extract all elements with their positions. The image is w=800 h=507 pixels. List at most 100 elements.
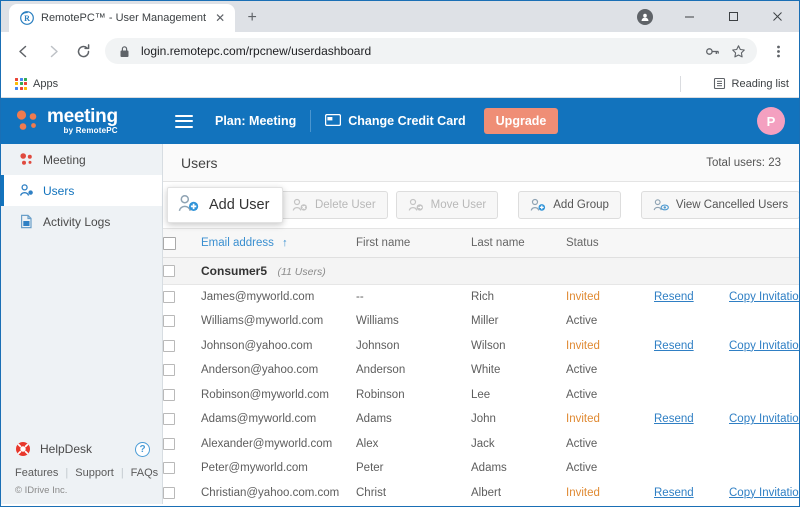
add-group-button[interactable]: Add Group: [518, 191, 621, 219]
resend-link[interactable]: Resend: [654, 413, 694, 425]
row-checkbox[interactable]: [163, 364, 175, 377]
group-user-count: (11 Users): [277, 266, 326, 278]
table-row[interactable]: Robinson@myworld.com Robinson Lee Active: [163, 382, 799, 407]
status-badge: Invited: [566, 334, 654, 359]
status-text: Active: [566, 315, 598, 328]
address-bar[interactable]: login.remotepc.com/rpcnew/userdashboard: [105, 38, 757, 64]
row-checkbox[interactable]: [163, 413, 175, 426]
window-controls: [623, 1, 799, 32]
table-row[interactable]: Anderson@yahoo.com Anderson White Active: [163, 358, 799, 383]
column-header-email[interactable]: Email address ↑: [201, 229, 356, 258]
lifering-icon: [15, 441, 31, 457]
window-maximize-button[interactable]: [711, 1, 755, 32]
help-badge-icon[interactable]: ?: [135, 441, 150, 457]
status-text: Active: [566, 462, 598, 475]
footer-link-support[interactable]: Support: [75, 467, 114, 479]
delete-user-label: Delete User: [314, 199, 376, 211]
cell-last-name: Wilson: [471, 339, 506, 352]
table-row[interactable]: Johnson@yahoo.com Johnson Wilson Invited Res…: [163, 333, 799, 359]
resend-link[interactable]: Resend: [654, 487, 694, 499]
group-checkbox[interactable]: [163, 264, 175, 277]
chrome-profile-icon[interactable]: [623, 1, 667, 32]
cell-email: Robinson@myworld.com: [201, 388, 329, 401]
sidebar-item-meeting[interactable]: Meeting: [1, 144, 162, 175]
bookmark-apps[interactable]: Apps: [11, 76, 62, 92]
copy-invitation-cell: [729, 456, 799, 481]
cell-first-name: --: [356, 291, 364, 303]
reading-list-icon: [713, 77, 725, 90]
cell-last-name: Adams: [471, 462, 507, 475]
row-checkbox[interactable]: [163, 388, 175, 401]
upgrade-button[interactable]: Upgrade: [483, 108, 559, 134]
footer-link-separator-1: |: [65, 467, 69, 479]
table-row[interactable]: Williams@myworld.com Williams Miller Active: [163, 309, 799, 334]
row-checkbox[interactable]: [163, 315, 175, 328]
move-user-button[interactable]: Move User: [395, 191, 499, 219]
cell-email: Anderson@yahoo.com: [201, 364, 319, 377]
tab-close-icon[interactable]: ✕: [213, 12, 227, 24]
header-divider: [310, 110, 312, 132]
status-text: Active: [566, 437, 598, 450]
resend-link[interactable]: Resend: [654, 340, 694, 352]
browser-window: R RemotePC™ - User Management ✕ + login.…: [0, 0, 800, 507]
delete-user-button[interactable]: Delete User: [279, 191, 388, 219]
row-select-cell: [163, 309, 201, 334]
copy-invitation-link[interactable]: Copy Invitation: [729, 487, 799, 499]
row-checkbox[interactable]: [163, 462, 175, 475]
copy-invitation-link[interactable]: Copy Invitation: [729, 413, 799, 425]
reading-list-label: Reading list: [731, 77, 789, 90]
forward-icon[interactable]: [39, 37, 67, 65]
reading-list-button[interactable]: Reading list: [713, 77, 789, 90]
resend-link[interactable]: Resend: [654, 291, 694, 303]
user-avatar[interactable]: P: [757, 107, 785, 135]
new-tab-button[interactable]: +: [239, 5, 265, 31]
footer-link-features[interactable]: Features: [15, 467, 58, 479]
app-logo[interactable]: meeting by RemotePC: [15, 107, 151, 135]
copy-invitation-cell: Copy Invitation: [729, 285, 799, 310]
copy-invitation-link[interactable]: Copy Invitation: [729, 340, 799, 352]
reload-icon[interactable]: [69, 37, 97, 65]
view-cancelled-users-button[interactable]: View Cancelled Users: [640, 191, 799, 219]
copy-invitation-link[interactable]: Copy Invitation: [729, 291, 799, 303]
helpdesk-button[interactable]: HelpDesk ?: [1, 435, 162, 463]
resend-cell: [654, 358, 729, 383]
back-icon[interactable]: [9, 37, 37, 65]
row-checkbox[interactable]: [163, 290, 175, 303]
row-checkbox[interactable]: [163, 437, 175, 450]
view-cancelled-users-label: View Cancelled Users: [675, 199, 789, 211]
footer-link-faqs[interactable]: FAQs: [131, 467, 159, 479]
browser-menu-icon[interactable]: [765, 38, 791, 64]
row-checkbox[interactable]: [163, 486, 175, 499]
browser-tab[interactable]: R RemotePC™ - User Management ✕: [9, 4, 236, 32]
row-checkbox[interactable]: [163, 339, 175, 352]
select-all-checkbox[interactable]: [163, 236, 176, 250]
table-row[interactable]: Adams@myworld.com Adams John Invited Resend C…: [163, 407, 799, 432]
row-select-cell: [163, 358, 201, 383]
page-title: Users: [181, 154, 218, 171]
group-row[interactable]: Consumer5 (11 Users) ⌃: [163, 257, 799, 285]
window-minimize-button[interactable]: [667, 1, 711, 32]
column-header-copy: [729, 229, 799, 258]
add-user-button[interactable]: Add User: [167, 187, 284, 223]
table-row[interactable]: James@myworld.com -- Rich Invited Resend Copy…: [163, 284, 799, 310]
key-icon[interactable]: [703, 42, 721, 60]
row-select-cell: [163, 456, 201, 481]
sidebar-item-activity-logs[interactable]: Activity Logs: [1, 206, 162, 237]
remotepc-favicon-icon: R: [19, 10, 34, 26]
column-header-status[interactable]: Status: [566, 229, 654, 258]
hamburger-menu-icon[interactable]: [175, 114, 193, 128]
app-body: Meeting Users Activity Logs HelpDesk ? F…: [1, 144, 799, 504]
change-credit-card-button[interactable]: Change Credit Card: [325, 113, 466, 129]
sidebar-item-users[interactable]: Users: [1, 175, 162, 206]
table-row[interactable]: Alexander@myworld.com Alex Jack Active: [163, 431, 799, 456]
status-text: Invited: [566, 486, 600, 499]
bookmark-apps-label: Apps: [33, 77, 59, 90]
column-header-first-name[interactable]: First name: [356, 229, 471, 258]
bookmark-star-icon[interactable]: [729, 42, 747, 60]
cell-email: Williams@myworld.com: [201, 315, 324, 328]
table-row[interactable]: Peter@myworld.com Peter Adams Active: [163, 456, 799, 481]
cell-first-name: Anderson: [356, 364, 406, 377]
window-close-button[interactable]: [755, 1, 799, 32]
sidebar-item-users-label: Users: [43, 183, 75, 198]
column-header-last-name[interactable]: Last name: [471, 229, 566, 258]
